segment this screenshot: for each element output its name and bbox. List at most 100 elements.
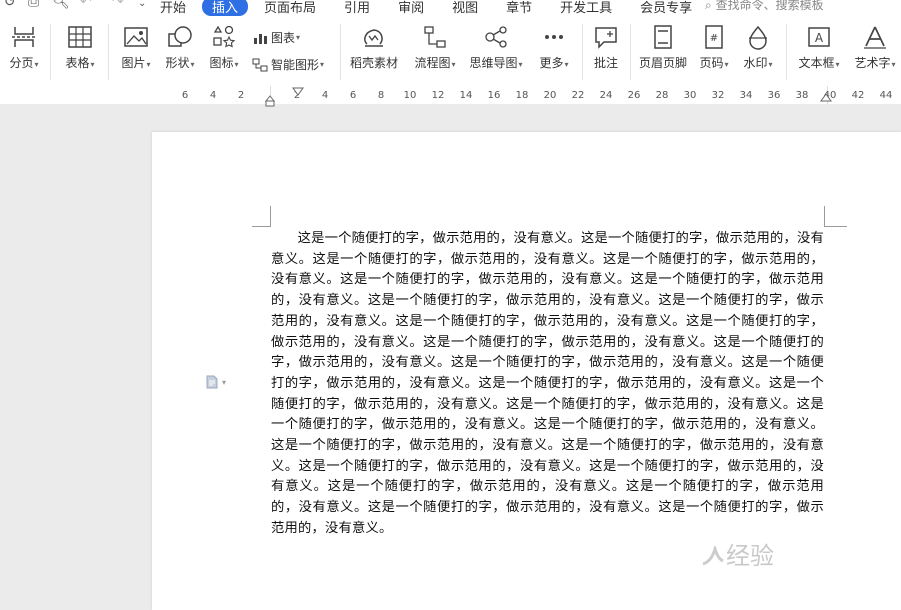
table-label: 表格 [65,56,90,70]
wordart-button[interactable]: 艺术字▾ [850,24,900,71]
customize-quick-access-icon[interactable]: ⌄ [138,0,146,9]
more-button[interactable]: 更多▾ [534,24,574,71]
divider [630,24,631,80]
ruler-tick: 34 [739,90,753,101]
more-label: 更多 [539,56,564,70]
document-page[interactable]: 这是一个随便打的字，做示范用的，没有意义。这是一个随便打的字，做示范用的，没有意… [152,132,901,610]
flowchart-icon [424,26,446,48]
undo-history-icon[interactable]: ↺ [4,0,16,10]
smart-art-button[interactable]: 智能图形 ▾ [252,56,324,73]
ruler-tick: 4 [321,90,329,101]
insert-ribbon: 分页▾ 表格▾ 图片▾ 形状▾ 图标▾ 图表 ▾ 智能图形 ▾ 稻壳素材 流程图▾ … [0,16,901,87]
icons-library-icon [213,25,236,48]
tab-references[interactable]: 引用 [344,0,370,16]
tab-insert[interactable]: 插入 [202,0,249,16]
document-paragraph[interactable]: 这是一个随便打的字，做示范用的，没有意义。这是一个随便打的字，做示范用的，没有意… [271,229,824,540]
icon-label: 图标 [209,56,234,70]
icon-button[interactable]: 图标▾ [204,24,244,71]
comment-icon [595,27,617,49]
page-break-button[interactable]: 分页▾ [6,24,42,71]
watermark-label: 水印 [743,56,768,70]
smart-art-label: 智能图形 [271,58,320,72]
tab-review[interactable]: 审阅 [398,0,424,16]
tab-home[interactable]: 开始 [160,0,186,16]
textbox-icon: A [808,27,830,47]
header-footer-icon [654,25,672,49]
document-icon [206,375,218,389]
header-footer-button[interactable]: 页眉页脚 [636,24,690,71]
smart-art-icon [252,58,268,71]
table-icon [68,26,92,48]
ruler-tick: 6 [349,90,357,101]
ruler-tick: 24 [599,90,613,101]
ruler-tick: 32 [711,90,725,101]
crop-mark-top-left [252,206,271,227]
redo-icon[interactable]: ↷ [112,0,124,10]
watermark-icon [749,25,767,50]
print-preview-icon[interactable]: 🔍︎ [52,0,70,10]
horizontal-ruler[interactable]: 6 4 2 2 4 6 8 10 12 14 16 18 20 22 24 26… [0,86,901,107]
ruler-tick: 20 [543,90,557,101]
command-search[interactable]: ⌕ 查找命令、搜索模板 [705,0,824,13]
divider [340,24,341,80]
crop-mark-top-right [824,206,847,227]
shape-icon [168,26,192,47]
search-icon: ⌕ [705,0,712,12]
watermark-text: 经验 [726,542,774,570]
watermark-button[interactable]: 水印▾ [738,24,778,71]
page-number-button[interactable]: # 页码▾ [694,24,734,71]
divider [108,24,109,80]
right-indent-marker[interactable] [820,92,832,106]
chart-icon [254,33,267,44]
undo-icon[interactable]: ↶ [80,0,92,10]
material-button[interactable]: 稻壳素材 [348,24,400,71]
ruler-tick: 26 [627,90,641,101]
material-icon [364,29,383,47]
ruler-tick: 38 [795,90,809,101]
paragraph-layout-handle[interactable]: ▾ [205,375,226,389]
ruler-tick: 28 [655,90,669,101]
table-button[interactable]: 表格▾ [60,24,100,71]
wordart-label: 艺术字 [854,56,891,70]
tab-developer[interactable]: 开发工具 [560,0,612,16]
wordart-icon [864,26,886,49]
chart-label: 图表 [271,31,296,45]
more-icon [545,35,563,39]
page-number-icon: # [705,25,723,49]
ruler-tick: 18 [515,90,529,101]
ruler-tick: 30 [683,90,697,101]
title-bar: ↺ ⎙ 🔍︎ ↶ ↷ ⌄ 开始 插入 页面布局 引用 审阅 视图 章节 开发工具… [0,0,901,16]
ruler-tick: 12 [431,90,445,101]
tab-member[interactable]: 会员专享 [640,0,692,16]
chart-button[interactable]: 图表 ▾ [252,29,300,46]
chevron-down-icon: ▾ [222,377,227,387]
textbox-button[interactable]: A 文本框▾ [794,24,844,71]
watermark-logo-icon [700,543,726,568]
shape-button[interactable]: 形状▾ [160,24,200,71]
ribbon-tabs: 开始 插入 页面布局 引用 审阅 视图 章节 开发工具 会员专享 [160,0,720,16]
svg-text:#: # [710,33,718,44]
mindmap-button[interactable]: 思维导图▾ [468,24,524,71]
page-number-label: 页码 [699,56,724,70]
divider [786,24,787,80]
page-break-label: 分页 [9,56,34,70]
ruler-tick: 10 [403,90,417,101]
left-indent-marker[interactable] [264,86,276,108]
comment-label: 批注 [593,56,618,70]
ruler-tick: 14 [459,90,473,101]
print-icon[interactable]: ⎙ [28,0,39,10]
tab-view[interactable]: 视图 [452,0,478,16]
flowchart-button[interactable]: 流程图▾ [410,24,460,71]
mindmap-icon [485,26,507,48]
ruler-tick: 8 [377,90,385,101]
header-footer-label: 页眉页脚 [638,56,687,70]
tab-page-layout[interactable]: 页面布局 [264,0,316,16]
picture-button[interactable]: 图片▾ [116,24,156,71]
first-line-indent-marker[interactable] [292,86,304,98]
comment-button[interactable]: 批注 [588,24,624,71]
ruler-tick: 36 [767,90,781,101]
shape-label: 形状 [165,56,190,70]
ruler-tick: 6 [181,90,189,101]
tab-section[interactable]: 章节 [506,0,532,16]
ruler-tick: 42 [851,90,865,101]
